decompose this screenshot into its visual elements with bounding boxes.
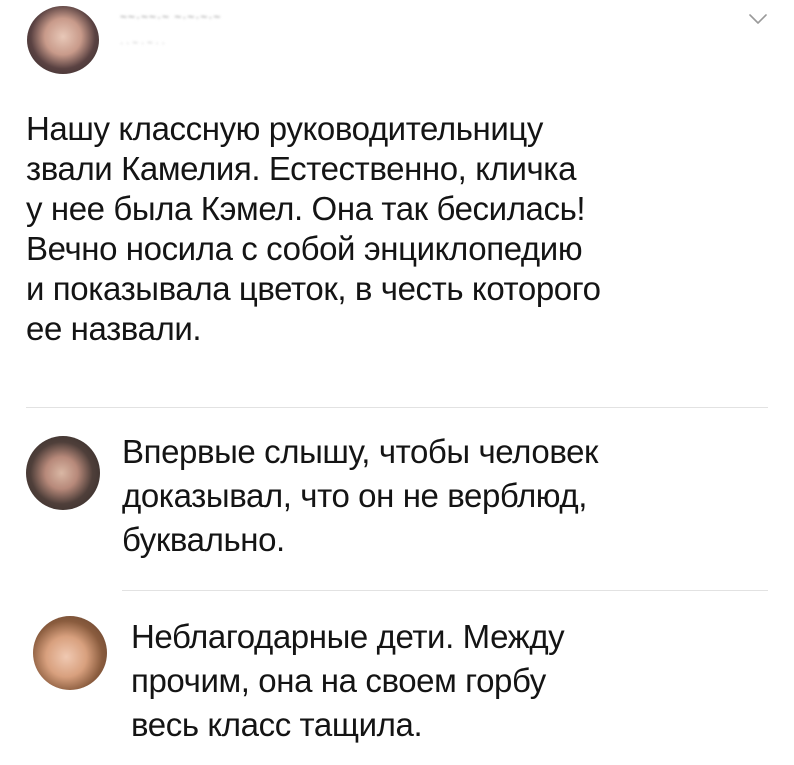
divider [122,590,768,591]
comment-text: Неблагодарные дети. Между прочим, она на… [131,618,565,743]
comment-avatar[interactable] [33,616,107,690]
comment-avatar[interactable] [26,436,100,510]
post-meta: · · ~ · ~ · · [120,38,165,49]
comment-text: Впервые слышу, чтобы человек доказывал, … [122,433,599,558]
post-header: ~~·~~·~ ~·~·~·~ · · ~ · ~ · · [0,0,794,90]
author-name[interactable]: ~~·~~·~ ~·~·~·~ [120,10,221,24]
divider [26,407,768,408]
author-avatar[interactable] [27,6,99,74]
chevron-down-icon[interactable] [746,9,770,29]
post-text: Нашу классную руководительницу звали Кам… [26,110,601,347]
